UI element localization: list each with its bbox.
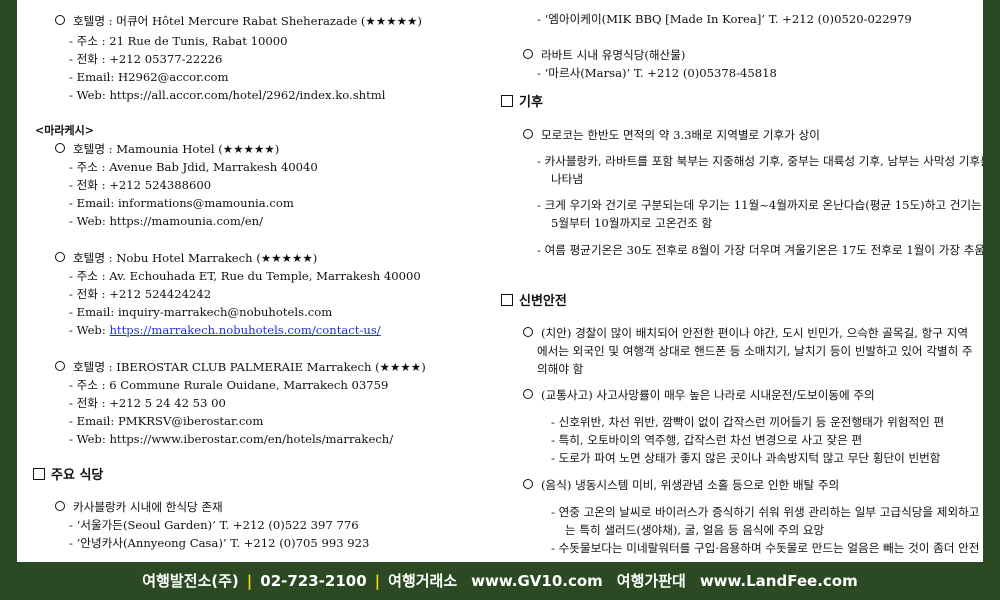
hotel-mercure-phone: - 전화 : +212 05377-22226 xyxy=(69,52,223,66)
hotel-iberostar-email: - Email: PMKRSV@iberostar.com xyxy=(69,414,264,428)
circle-bullet-icon xyxy=(55,15,65,25)
checkbox-square-icon xyxy=(33,468,45,480)
page-frame: 호텔명 : 머큐어 Hôtel Mercure Rabat Sheherazad… xyxy=(0,0,1000,600)
exchange-name: 여행거래소 xyxy=(388,572,458,590)
food-bullet-water: - 수돗물보다는 미네랄워터를 구입·음용하며 수돗물로 만드는 얼음은 빼는 … xyxy=(551,541,980,555)
hotel-mercure-name: 호텔명 : 머큐어 Hôtel Mercure Rabat Sheherazad… xyxy=(55,12,422,30)
restaurant-mik-bbq: - ‘엠아이케이(MIK BBQ [Made In Korea]’ T. +21… xyxy=(537,12,912,26)
exchange-url-link[interactable]: www.GV10.com xyxy=(471,572,603,590)
hotel-mercure-email: - Email: H2962@accor.com xyxy=(69,70,229,84)
market-url-link[interactable]: www.LandFee.com xyxy=(700,572,858,590)
food-bullet-hygiene: - 연중 고온의 날씨로 바이러스가 증식하기 쉬워 위생 관리하는 일부 고급… xyxy=(551,505,980,537)
circle-bullet-icon xyxy=(55,143,65,153)
climate-bullet-temperature: - 여름 평균기온은 30도 전후로 8월이 가장 더우며 겨울기온은 17도 … xyxy=(537,243,983,257)
hotel-mamounia-email: - Email: informations@mamounia.com xyxy=(69,196,294,210)
rabat-restaurants-item: 라바트 시내 유명식당(해산물) xyxy=(523,46,685,64)
circle-bullet-icon xyxy=(55,252,65,262)
document-page: 호텔명 : 머큐어 Hôtel Mercure Rabat Sheherazad… xyxy=(17,0,983,562)
restaurant-marsa: - ‘마르사(Marsa)’ T. +212 (0)05378-45818 xyxy=(537,66,777,80)
hotel-mercure-address: - 주소 : 21 Rue de Tunis, Rabat 10000 xyxy=(69,34,288,48)
traffic-bullet-violations: - 신호위반, 차선 위반, 깜빡이 없이 갑작스런 끼어들기 등 운전행태가 … xyxy=(551,415,945,429)
footer-separator: | xyxy=(374,572,381,590)
restaurant-seoul-garden: - ‘서울가든(Seoul Garden)’ T. +212 (0)522 39… xyxy=(69,518,359,532)
circle-bullet-icon xyxy=(523,389,533,399)
hotel-mamounia-address: - 주소 : Avenue Bab Jdid, Marrakesh 40040 xyxy=(69,160,318,174)
traffic-bullet-motorcycles: - 특히, 오토바이의 역주행, 갑작스런 차선 변경으로 사고 잦은 편 xyxy=(551,433,863,447)
region-marrakech-label: <마라케시> xyxy=(35,124,94,137)
checkbox-square-icon xyxy=(501,294,513,306)
hotel-nobu-name: 호텔명 : Nobu Hotel Marrakech (★★★★★) xyxy=(55,249,317,267)
hotel-mamounia-web: - Web: https://mamounia.com/en/ xyxy=(69,214,264,228)
safety-item-food: (음식) 냉동시스템 미비, 위생관념 소홀 등으로 인한 배탈 주의 xyxy=(523,476,839,494)
circle-bullet-icon xyxy=(523,479,533,489)
circle-bullet-icon xyxy=(523,49,533,59)
hotel-nobu-address: - 주소 : Av. Echouhada ET, Rue du Temple, … xyxy=(69,269,421,283)
circle-bullet-icon xyxy=(523,327,533,337)
market-name: 여행가판대 xyxy=(616,572,686,590)
climate-bullet-seasons: - 크게 우기와 건기로 구분되는데 우기는 11월~4월까지로 온난다습(평균… xyxy=(537,198,982,230)
safety-item-traffic: (교통사고) 사고사망률이 매우 높은 나라로 시내운전/도보이동에 주의 xyxy=(523,386,875,404)
footer-separator: | xyxy=(246,572,253,590)
agency-name: 여행발전소(주) xyxy=(142,572,239,590)
traffic-bullet-roads: - 도로가 파여 노면 상태가 좋지 않은 곳이나 과속방지턱 많고 무단 횡단… xyxy=(551,451,941,465)
agency-phone: 02-723-2100 xyxy=(260,572,367,590)
section-heading-safety: 신변안전 xyxy=(501,293,567,311)
hotel-nobu-phone: - 전화 : +212 524424242 xyxy=(69,287,212,301)
hotel-iberostar-address: - 주소 : 6 Commune Rurale Ouidane, Marrake… xyxy=(69,378,389,392)
hotel-iberostar-name: 호텔명 : IBEROSTAR CLUB PALMERAIE Marrakech… xyxy=(55,358,426,376)
climate-bullet-regions: - 카사블랑카, 라바트를 포함 북부는 지중해성 기후, 중부는 대륙성 기후… xyxy=(537,154,983,186)
section-heading-climate: 기후 xyxy=(501,94,543,112)
hotel-iberostar-web: - Web: https://www.iberostar.com/en/hote… xyxy=(69,432,394,446)
climate-item: 모로코는 한반도 면적의 약 3.3배로 지역별로 기후가 상이 xyxy=(523,126,820,144)
hotel-mamounia-phone: - 전화 : +212 524388600 xyxy=(69,178,212,192)
restaurant-annyeong-casa: - ‘안녕카사(Annyeong Casa)’ T. +212 (0)705 9… xyxy=(69,536,370,550)
hotel-nobu-web: - Web: https://marrakech.nobuhotels.com/… xyxy=(69,323,381,337)
circle-bullet-icon xyxy=(523,129,533,139)
hotel-mercure-web: - Web: https://all.accor.com/hotel/2962/… xyxy=(69,88,386,102)
footer-bar: 여행발전소(주) | 02-723-2100 | 여행거래소 www.GV10.com 여행… xyxy=(0,566,1000,596)
circle-bullet-icon xyxy=(55,501,65,511)
nobu-contact-link[interactable]: https://marrakech.nobuhotels.com/contact… xyxy=(109,323,380,337)
restaurants-item: 카사블랑카 시내에 한식당 존재 xyxy=(55,498,223,516)
checkbox-square-icon xyxy=(501,95,513,107)
safety-item-security: (치안) 경찰이 많이 배치되어 안전한 편이나 야간, 도시 빈민가, 으슥한… xyxy=(523,324,977,378)
hotel-mamounia-name: 호텔명 : Mamounia Hotel (★★★★★) xyxy=(55,140,279,158)
hotel-iberostar-phone: - 전화 : +212 5 24 42 53 00 xyxy=(69,396,226,410)
hotel-nobu-email: - Email: inquiry-marrakech@nobuhotels.co… xyxy=(69,305,333,319)
circle-bullet-icon xyxy=(55,361,65,371)
section-heading-restaurants: 주요 식당 xyxy=(33,467,103,485)
